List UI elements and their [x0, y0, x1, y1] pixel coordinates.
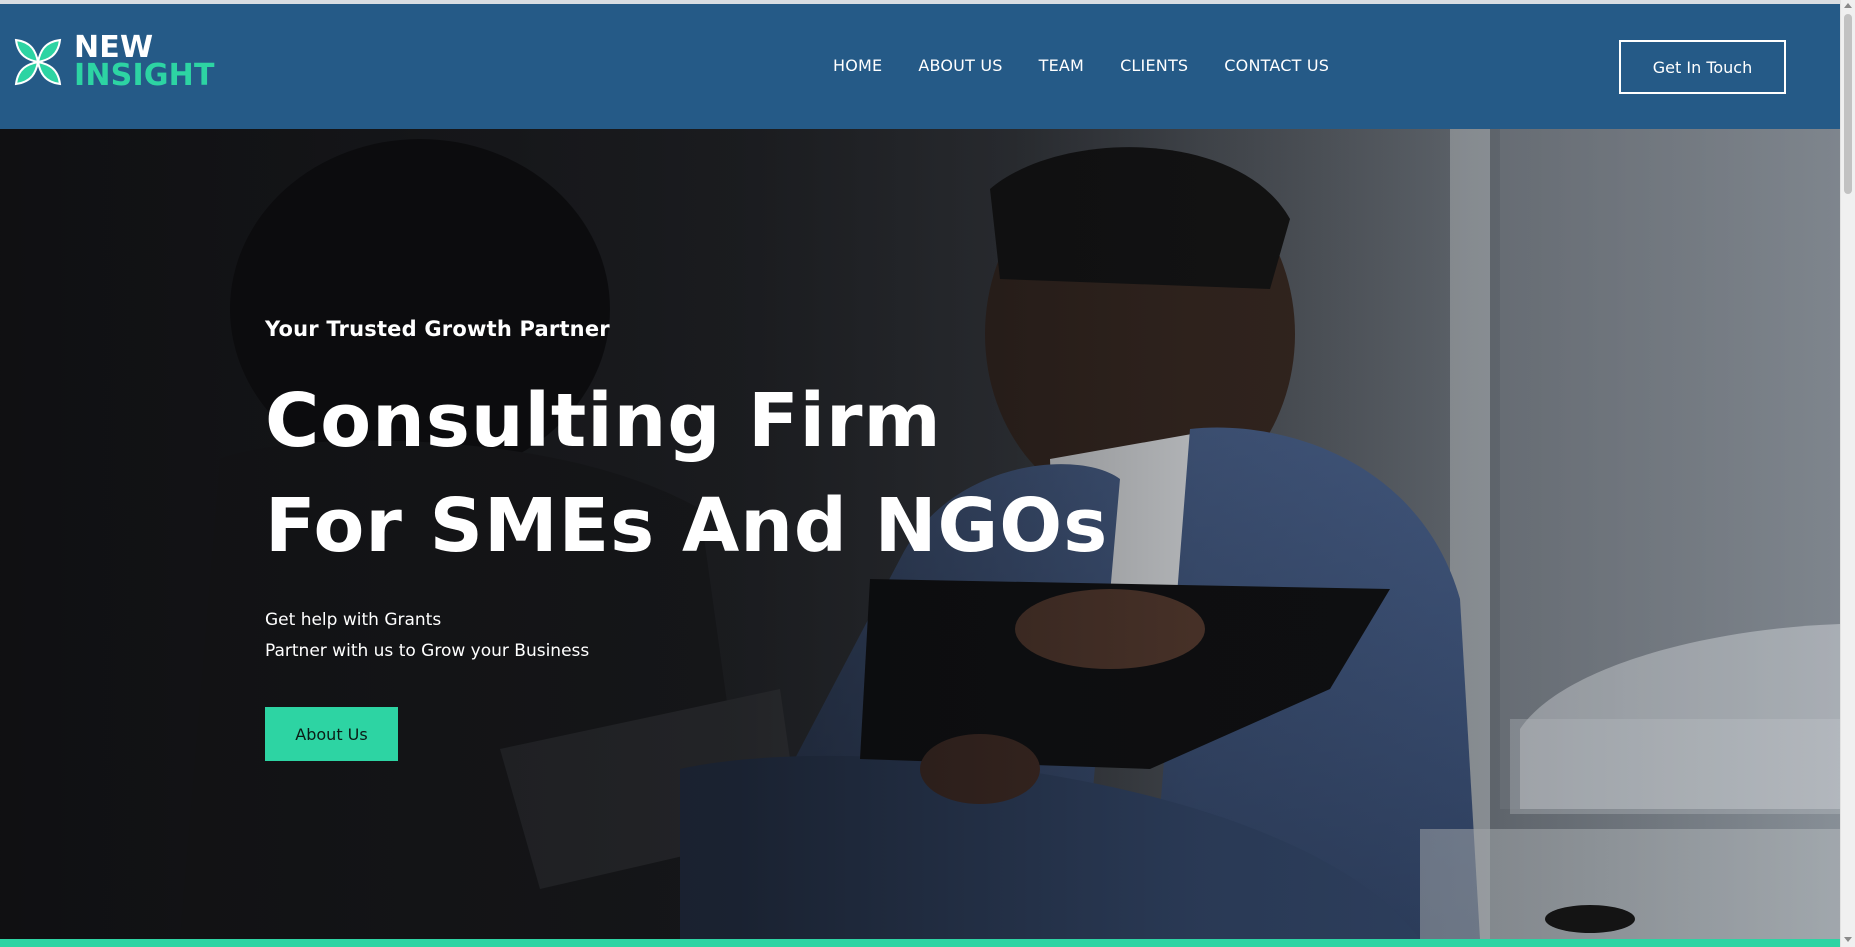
logo[interactable]: NEW INSIGHT: [10, 33, 215, 93]
hero-subtext-line1: Get help with Grants: [265, 610, 442, 630]
about-us-button[interactable]: About Us: [265, 707, 398, 761]
page: NEW INSIGHT HOME ABOUT US TEAM CLIENTS C…: [0, 0, 1855, 947]
hero-headline-line1: Consulting Firm: [265, 378, 942, 464]
leaf-logo-icon: [14, 38, 62, 86]
nav-about-us[interactable]: ABOUT US: [918, 56, 1002, 75]
scroll-thumb[interactable]: [1844, 14, 1852, 194]
scroll-up-arrow-icon[interactable]: [1844, 3, 1852, 8]
logo-text-insight: INSIGHT: [74, 58, 215, 93]
main-nav: HOME ABOUT US TEAM CLIENTS CONTACT US: [833, 56, 1329, 75]
accent-bottom-bar: [0, 939, 1840, 947]
hero-content: Your Trusted Growth Partner Consulting F…: [265, 317, 1165, 761]
scroll-down-arrow-icon[interactable]: [1844, 937, 1852, 942]
hero-headline-line2: For SMEs And NGOs: [265, 483, 1109, 569]
site-header: NEW INSIGHT HOME ABOUT US TEAM CLIENTS C…: [0, 4, 1840, 129]
hero-tagline: Your Trusted Growth Partner: [265, 317, 610, 341]
vertical-scrollbar[interactable]: [1840, 0, 1855, 947]
hero-subtext: Get help with Grants Partner with us to …: [265, 605, 1165, 667]
get-in-touch-button[interactable]: Get In Touch: [1619, 40, 1786, 94]
nav-contact-us[interactable]: CONTACT US: [1224, 56, 1329, 75]
nav-home[interactable]: HOME: [833, 56, 882, 75]
hero-subtext-line2: Partner with us to Grow your Business: [265, 641, 590, 661]
logo-wordmark: NEW INSIGHT: [74, 33, 215, 93]
hero-headline: Consulting Firm For SMEs And NGOs: [265, 369, 1165, 579]
nav-clients[interactable]: CLIENTS: [1120, 56, 1188, 75]
hero-section: Your Trusted Growth Partner Consulting F…: [0, 129, 1840, 939]
nav-team[interactable]: TEAM: [1039, 56, 1084, 75]
